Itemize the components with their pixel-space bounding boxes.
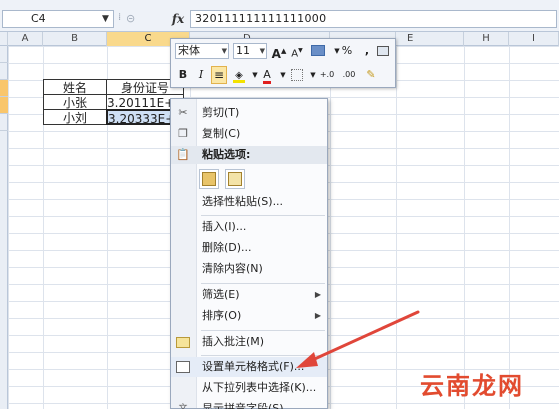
arrow-head — [296, 352, 318, 368]
arrow-shaft — [306, 310, 420, 364]
annotation-arrow — [296, 310, 420, 368]
watermark-logo: 云南龙网 — [420, 372, 524, 400]
